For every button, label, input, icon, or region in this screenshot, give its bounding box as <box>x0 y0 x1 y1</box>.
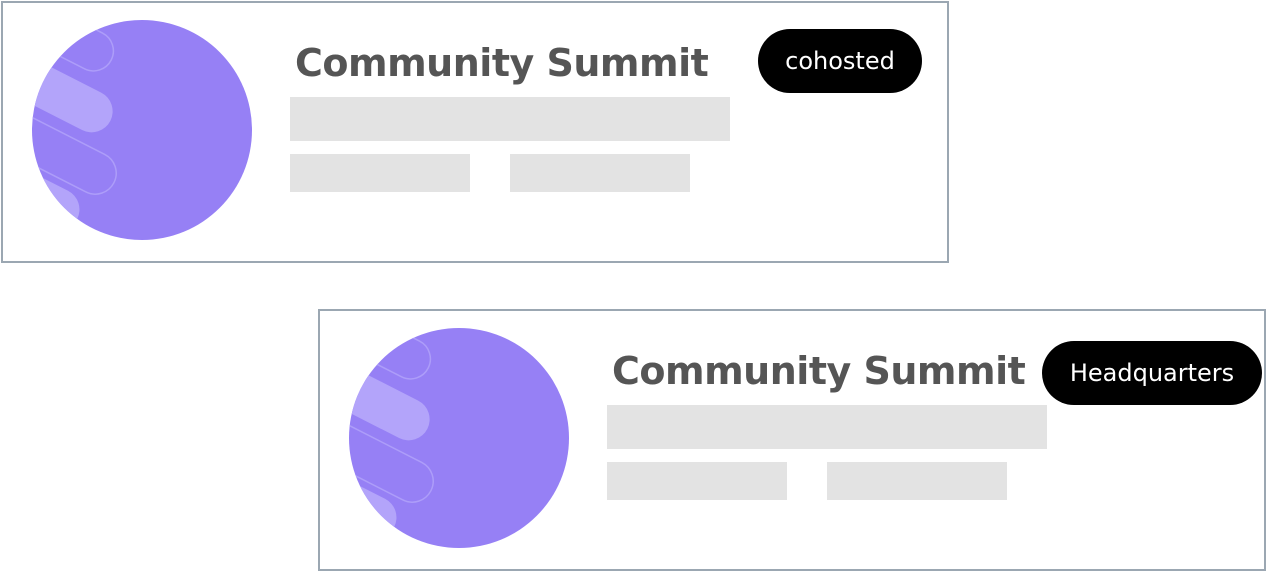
status-badge[interactable]: Headquarters <box>1042 341 1262 405</box>
placeholder-line <box>607 405 1047 449</box>
event-avatar-icon <box>32 20 252 240</box>
placeholder-line <box>290 154 470 192</box>
event-card-cohosted[interactable]: Community Summit cohosted <box>1 1 949 263</box>
placeholder-line <box>290 97 730 141</box>
placeholder-line <box>827 462 1007 500</box>
event-card-headquarters[interactable]: Community Summit Headquarters <box>318 309 1266 571</box>
event-avatar-icon <box>349 328 569 548</box>
placeholder-line <box>607 462 787 500</box>
event-title: Community Summit <box>612 349 1026 393</box>
status-badge[interactable]: cohosted <box>758 29 922 93</box>
event-title: Community Summit <box>295 41 709 85</box>
placeholder-line <box>510 154 690 192</box>
